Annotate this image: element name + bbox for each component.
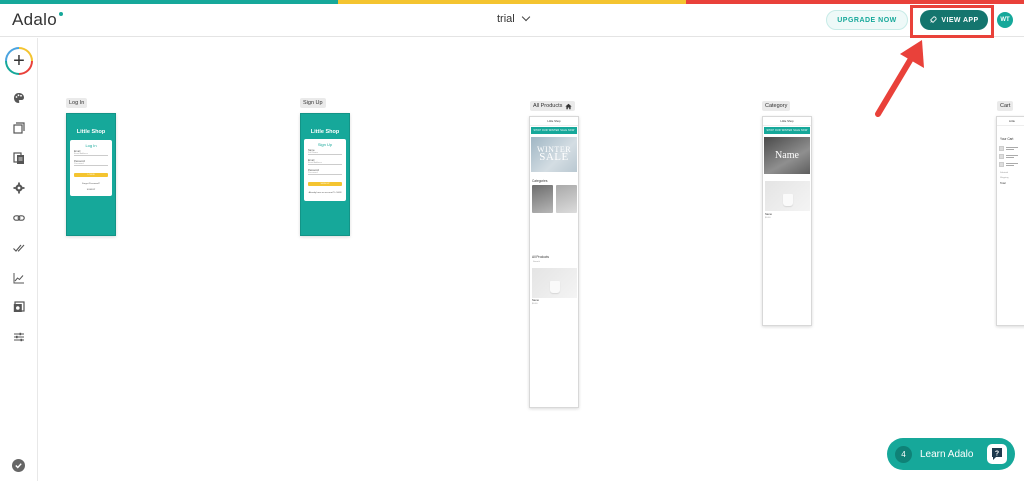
signup-email-input[interactable]: Email Address — [308, 162, 342, 165]
category-thumb-1[interactable] — [532, 185, 553, 213]
category-banner[interactable]: SHOP OUR WINTER SALE NOW — [764, 127, 810, 134]
category-thumb-2[interactable] — [556, 185, 577, 213]
help-chat-icon: ? — [987, 444, 1007, 464]
cart-total: Total — [1000, 182, 1006, 185]
signup-name-input[interactable]: Full Name — [308, 152, 342, 155]
svg-text:?: ? — [995, 451, 999, 458]
hero-line2: SALE — [539, 151, 569, 164]
screen-login[interactable]: Little Shop Log In Email Email Address P… — [66, 113, 116, 236]
signup-card: Sign Up Name Full Name Email Email Addre… — [304, 139, 346, 201]
adalo-logo[interactable]: Adalo — [12, 10, 57, 30]
all-products-section-label: All Products — [532, 255, 550, 259]
screen-label-category[interactable]: Category — [762, 101, 791, 111]
category-hero-title: Name — [775, 150, 799, 161]
category-product-name: Name — [765, 213, 772, 216]
cart-item[interactable] — [999, 162, 1018, 167]
analytics-icon[interactable] — [12, 271, 26, 285]
highlight-box — [910, 5, 994, 38]
login-email-input[interactable]: Email Address — [74, 153, 108, 156]
screen-label-all-products[interactable]: All Products — [530, 101, 576, 111]
home-icon — [565, 103, 573, 109]
cart-shipping: Shipping — [1000, 177, 1009, 179]
cart-title: Your Cart — [1000, 137, 1014, 141]
add-component-button[interactable]: + — [5, 47, 33, 75]
screen-label-signup[interactable]: Sign Up — [300, 98, 326, 108]
database-icon[interactable] — [12, 151, 26, 165]
add-icon: + — [7, 49, 31, 73]
login-shop-title: Little Shop — [76, 129, 106, 135]
app-name: trial — [497, 13, 515, 25]
all-products-search[interactable]: Search — [533, 261, 540, 263]
product-price: $0.00 — [532, 303, 538, 305]
upgrade-now-button[interactable]: UPGRADE NOW — [826, 10, 908, 30]
learn-count-badge: 4 — [895, 445, 912, 463]
product-image[interactable] — [532, 268, 577, 298]
all-products-hero[interactable]: WINTER SALE — [531, 137, 577, 172]
category-product-image[interactable] — [765, 181, 810, 211]
all-products-topbar: Little Shop — [530, 117, 578, 126]
category-hero[interactable]: Name — [764, 137, 810, 174]
learn-adalo-button[interactable]: 4 Learn Adalo ? — [887, 438, 1015, 470]
screen-cart[interactable]: Little Your Cart Subtotal Shipping Total — [996, 116, 1024, 326]
signup-button[interactable]: SIGN UP — [308, 182, 342, 186]
product-name: Name — [532, 299, 539, 302]
double-check-icon[interactable] — [12, 241, 26, 255]
cart-item[interactable] — [999, 154, 1018, 159]
login-forgot-link[interactable]: Forgot Password? — [70, 183, 112, 185]
cart-subtotal: Subtotal — [1000, 172, 1009, 174]
category-topbar: Little Shop — [763, 117, 811, 126]
signup-password-input[interactable]: Password — [308, 172, 342, 175]
logo-dot — [59, 12, 63, 16]
app-switcher[interactable]: trial — [497, 12, 530, 25]
all-products-banner[interactable]: SHOP OUR WINTER SALE NOW — [531, 127, 577, 134]
screen-label-cart[interactable]: Cart — [997, 101, 1014, 111]
login-signup-link[interactable]: SIGNUP — [70, 189, 112, 191]
cart-item-thumb — [999, 154, 1004, 159]
login-password-input[interactable]: Password — [74, 163, 108, 166]
sliders-icon[interactable] — [12, 330, 26, 344]
login-card-title: Log In — [85, 143, 97, 148]
login-card: Log In Email Email Address Password Pass… — [70, 140, 112, 196]
categories-label: Categories — [532, 179, 548, 183]
signup-shop-title: Little Shop — [310, 129, 340, 135]
settings-icon[interactable] — [12, 181, 26, 195]
screen-category[interactable]: Little Shop SHOP OUR WINTER SALE NOW Nam… — [762, 116, 812, 326]
screen-all-products[interactable]: Little Shop SHOP OUR WINTER SALE NOW WIN… — [529, 116, 579, 408]
category-product-price: $0.00 — [765, 217, 771, 219]
screen-signup[interactable]: Little Shop Sign Up Name Full Name Email… — [300, 113, 350, 236]
cart-item[interactable] — [999, 146, 1018, 151]
check-circle-icon[interactable] — [12, 459, 25, 472]
screen-label-login[interactable]: Log In — [66, 98, 88, 108]
screens-icon[interactable] — [12, 121, 26, 135]
cart-item-thumb — [999, 146, 1004, 151]
link-icon[interactable] — [12, 211, 26, 225]
sidebar: + — [0, 38, 38, 481]
annotation-arrow-icon — [875, 40, 924, 117]
signup-card-title: Sign Up — [317, 142, 333, 147]
palette-icon[interactable] — [12, 91, 26, 105]
learn-adalo-label: Learn Adalo — [920, 448, 974, 460]
avatar[interactable]: WT — [997, 12, 1013, 28]
chevron-down-icon — [521, 12, 530, 22]
header: Adalo trial UPGRADE NOW VIEW APP WT — [0, 4, 1024, 37]
publish-icon[interactable] — [12, 300, 26, 314]
login-button[interactable]: LOGIN — [74, 173, 108, 177]
cart-topbar: Little — [997, 117, 1024, 126]
signup-login-link[interactable]: Already have an account? LOGIN — [304, 192, 346, 194]
cart-item-thumb — [999, 162, 1004, 167]
